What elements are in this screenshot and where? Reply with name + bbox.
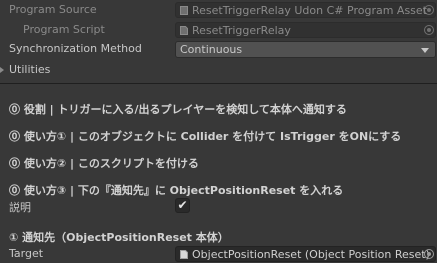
target-header: ① 通知先（ObjectPositionReset 本体） [0,227,437,245]
udon-behaviour-icon [180,250,188,259]
header-usage-2: ⓪ 使い方② | このスクリプトを付ける [0,153,437,171]
target-label: Target [9,247,44,260]
program-script-picker-icon [424,25,434,35]
sync-method-value: Continuous [180,43,243,56]
csharp-script-icon [180,26,188,35]
target-object-field[interactable]: ObjectPositionReset (Object Position Res… [175,246,436,262]
sync-method-label: Synchronization Method [9,42,142,55]
explanation-checkbox[interactable]: ✔ [175,198,190,213]
program-script-label: Program Script [23,23,105,36]
header-usage-2-text: ⓪ 使い方② | このスクリプトを付ける [9,157,199,170]
program-script-field: ResetTriggerRelay [175,22,436,38]
utilities-label: Utilities [9,63,51,76]
explanation-label: 説明 [9,201,31,214]
header-usage-3-text: ⓪ 使い方③ | 下の『通知先』に ObjectPositionReset を入… [9,184,344,197]
program-source-label: Program Source [9,3,97,16]
utilities-foldout[interactable]: Utilities [0,61,437,79]
header-usage-1: ⓪ 使い方① | このオブジェクトに Collider を付けて IsTrigg… [0,126,437,144]
program-script-value: ResetTriggerRelay [192,24,291,37]
header-usage-3: ⓪ 使い方③ | 下の『通知先』に ObjectPositionReset を入… [0,180,437,198]
target-picker-icon[interactable] [424,249,434,259]
foldout-arrow-icon [0,67,4,73]
header-role: ⓪ 役割 | トリガーに入る/出るプレイヤーを検知して本体へ通知する [0,99,437,117]
target-header-text: ① 通知先（ObjectPositionReset 本体） [9,231,229,244]
chevron-down-icon [421,48,429,53]
header-role-text: ⓪ 役割 | トリガーに入る/出るプレイヤーを検知して本体へ通知する [9,103,347,116]
program-source-picker-icon [424,5,434,15]
explanation-row: 説明 ✔ [0,197,437,215]
program-script-row: Program Script ResetTriggerRelay [0,21,437,39]
program-source-field: ResetTriggerRelay Udon C# Program Asset [175,2,436,18]
program-source-value: ResetTriggerRelay Udon C# Program Asset [192,4,427,17]
sync-method-row: Synchronization Method Continuous [0,40,437,58]
program-source-row: Program Source ResetTriggerRelay Udon C#… [0,1,437,19]
header-usage-1-text: ⓪ 使い方① | このオブジェクトに Collider を付けて IsTrigg… [9,130,402,143]
separator [0,83,437,84]
udon-program-asset-icon [180,6,188,15]
sync-method-dropdown[interactable]: Continuous [175,41,436,58]
target-row: Target ObjectPositionReset (Object Posit… [0,245,437,263]
target-value: ObjectPositionReset (Object Position Res… [192,248,430,261]
